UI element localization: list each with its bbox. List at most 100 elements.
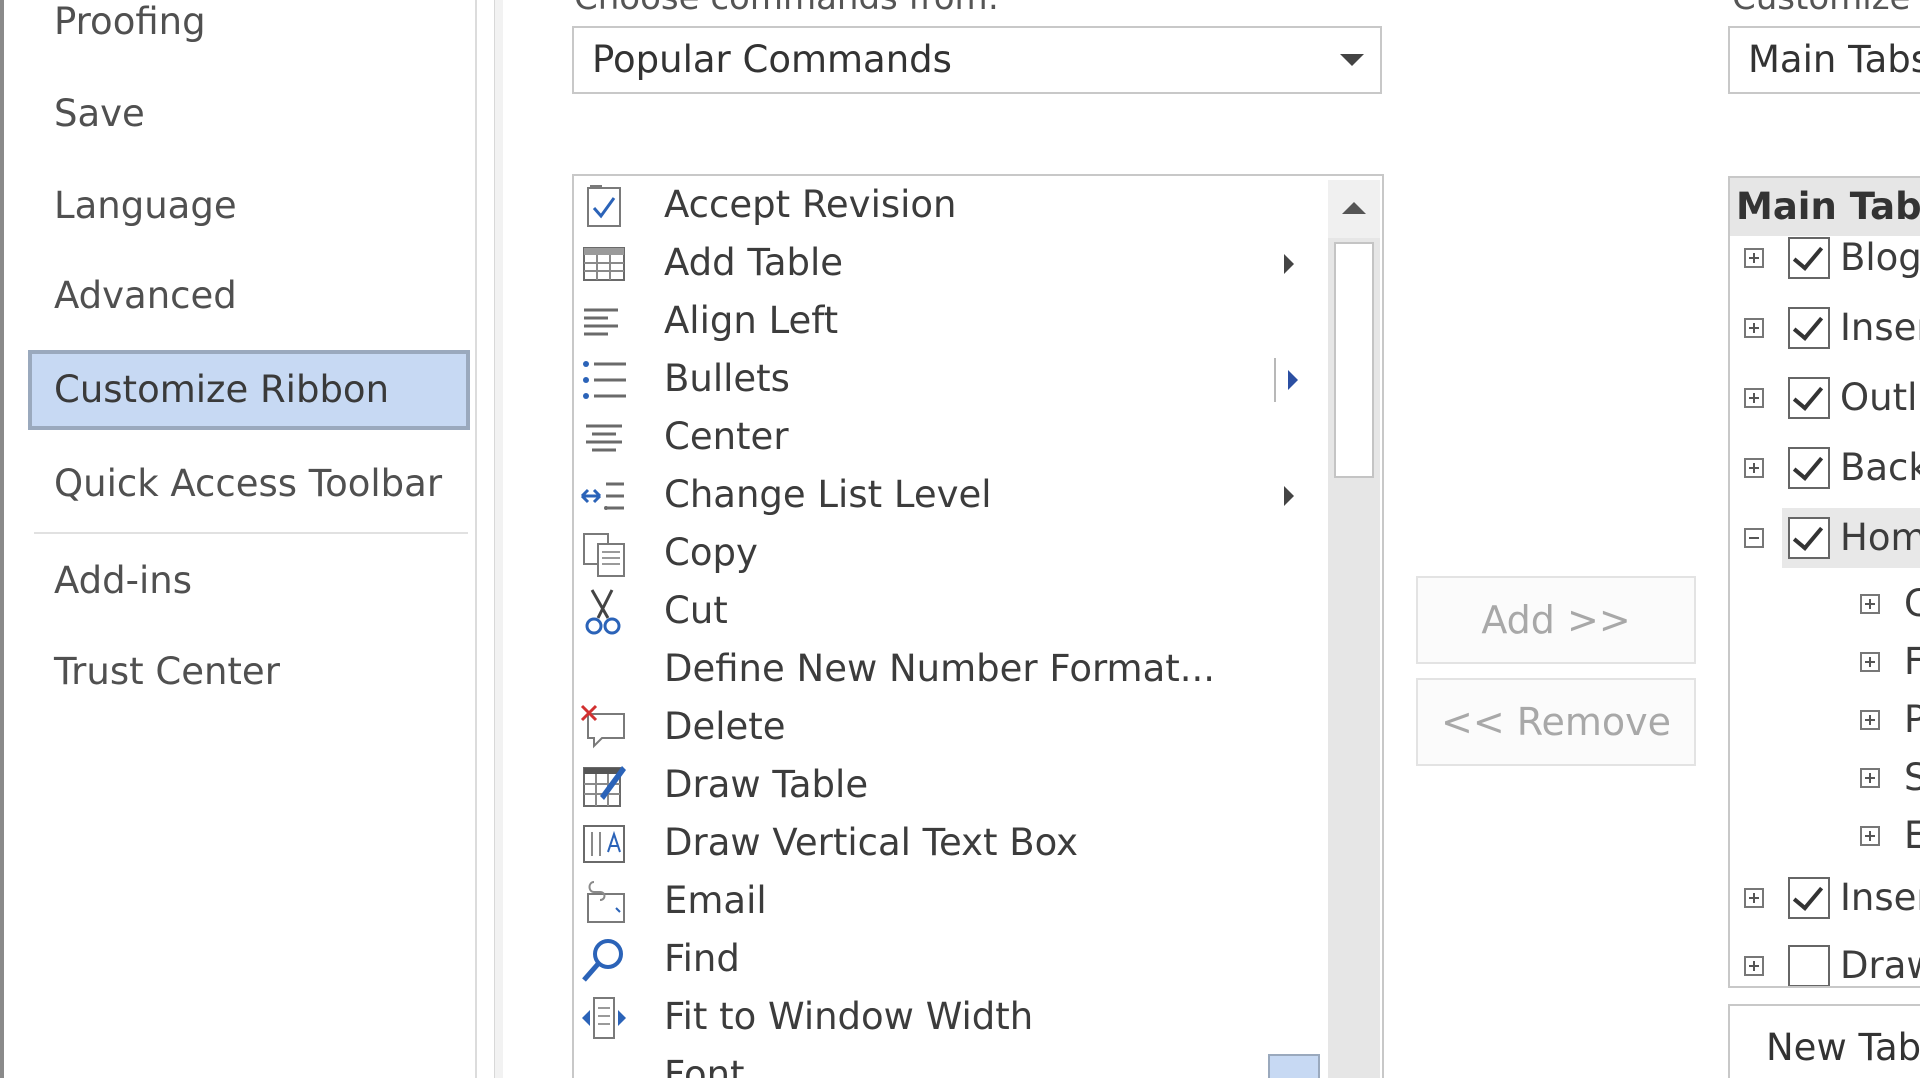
tree-group-row[interactable]: Paragraph [1730,692,1920,752]
list-level-icon [580,472,628,520]
tree-tab-row[interactable]: Home [1730,508,1920,568]
list-item-label: Cut [664,589,728,632]
customize-ribbon-dropdown[interactable]: Main Tabs [1728,26,1920,94]
vertical-text-box-icon [580,820,628,868]
submenu-arrow-icon [1288,370,1298,390]
list-item[interactable]: Change List Level [574,466,1314,524]
expand-plus-icon[interactable] [1860,710,1880,730]
list-item-label: Font [664,1053,745,1078]
scroll-up-button[interactable] [1328,180,1380,238]
submenu-arrow-icon [1284,254,1294,274]
tree-tab-row[interactable]: Background Removal [1730,438,1920,498]
expand-plus-icon[interactable] [1744,458,1764,478]
tree-tab-label: Background Removal [1840,446,1920,489]
tab-checkbox[interactable] [1788,377,1830,419]
scroll-thumb[interactable] [1334,242,1374,478]
new-tab-button[interactable]: New Tab [1728,1004,1920,1078]
tree-group-row[interactable]: Font [1730,634,1920,694]
expand-plus-icon[interactable] [1860,768,1880,788]
table-icon [580,240,628,288]
list-item[interactable]: Copy [574,524,1314,582]
nav-item-quick-access-toolbar[interactable]: Quick Access Toolbar [28,444,470,524]
nav-item-trust-center[interactable]: Trust Center [28,632,470,712]
list-item[interactable]: Bullets [574,350,1314,408]
nav-item-proofing[interactable]: Proofing [28,0,470,62]
commands-list[interactable]: Accept Revision Add Table Align Left Bul… [572,174,1384,1078]
align-left-icon [580,298,628,346]
tree-group-label: Editing [1904,806,1920,866]
tab-checkbox[interactable] [1788,237,1830,279]
tab-checkbox[interactable] [1788,517,1830,559]
list-item[interactable]: Align Left [574,292,1314,350]
tree-group-label: Clipboard [1904,574,1920,634]
customize-ribbon-label: Customize the Ribbon: [1732,0,1920,18]
font-dropdown-indicator [1268,1054,1320,1078]
list-item[interactable]: Center [574,408,1314,466]
list-item[interactable]: Find [574,930,1314,988]
list-item[interactable]: Cut [574,582,1314,640]
list-item[interactable]: Accept Revision [574,176,1314,234]
customize-ribbon-dropdown-value: Main Tabs [1748,38,1920,81]
tree-tab-label: Outlining [1840,376,1920,419]
tab-checkbox[interactable] [1788,945,1830,986]
tab-checkbox[interactable] [1788,877,1830,919]
tree-group-row[interactable]: Clipboard [1730,576,1920,636]
split-button-divider [1274,358,1276,402]
tree-tab-row[interactable]: Insert [1730,868,1920,928]
tree-group-row[interactable]: Styles [1730,750,1920,810]
nav-item-advanced[interactable]: Advanced [28,256,470,336]
tree-tab-row[interactable]: Outlining [1730,368,1920,428]
nav-separator [34,532,468,534]
list-item[interactable]: Email [574,872,1314,930]
list-item[interactable]: Draw Vertical Text Box [574,814,1314,872]
nav-item-save[interactable]: Save [28,74,470,154]
list-item-label: Copy [664,531,758,574]
tree-tab-row[interactable]: Draw [1730,936,1920,986]
align-center-icon [580,414,628,462]
content-border [494,0,503,1078]
choose-commands-dropdown[interactable]: Popular Commands [572,26,1382,94]
list-item[interactable]: Define New Number Format... [574,640,1314,698]
expand-plus-icon[interactable] [1744,388,1764,408]
tree-tab-row[interactable]: Insert (Blog Post) [1730,298,1920,358]
tree-tab-row[interactable]: Blog Post [1730,228,1920,288]
list-item-label: Add Table [664,241,844,284]
window-frame-edge [0,0,4,1078]
expand-plus-icon[interactable] [1744,248,1764,268]
expand-plus-icon[interactable] [1860,594,1880,614]
list-item-label: Align Left [664,299,839,342]
list-item-label: Email [664,879,767,922]
nav-item-customize-ribbon[interactable]: Customize Ribbon [28,350,470,430]
tree-group-label: Styles [1904,748,1920,808]
remove-button[interactable]: << Remove [1416,678,1696,766]
bullets-icon [580,356,628,404]
expand-plus-icon[interactable] [1860,826,1880,846]
list-item[interactable]: Font [574,1046,1314,1078]
tree-group-row[interactable]: Editing [1730,808,1920,868]
list-item-label: Change List Level [664,473,992,516]
chevron-down-icon [1340,54,1364,66]
choose-commands-dropdown-value: Popular Commands [592,38,952,81]
ribbon-tabs-tree[interactable]: Main Tabs Blog Post Insert (Blog Post) O… [1728,176,1920,988]
list-item[interactable]: Draw Table [574,756,1314,814]
list-item[interactable]: Add Table [574,234,1314,292]
list-item[interactable]: Fit to Window Width [574,988,1314,1046]
nav-item-language[interactable]: Language [28,166,470,246]
list-item[interactable]: Delete [574,698,1314,756]
accept-revision-icon [580,182,628,230]
scissors-icon [580,588,628,636]
word-options-dialog: Proofing Save Language Advanced Customiz… [0,0,1920,1078]
list-item-label: Define New Number Format... [664,647,1216,690]
commands-list-scrollbar[interactable] [1328,180,1380,1078]
expand-plus-icon[interactable] [1744,318,1764,338]
list-item-label: Center [664,415,789,458]
copy-icon [580,530,628,578]
expand-plus-icon[interactable] [1744,956,1764,976]
tab-checkbox[interactable] [1788,447,1830,489]
collapse-minus-icon[interactable] [1744,528,1764,548]
nav-item-add-ins[interactable]: Add-ins [28,541,470,621]
expand-plus-icon[interactable] [1744,888,1764,908]
expand-plus-icon[interactable] [1860,652,1880,672]
add-button[interactable]: Add >> [1416,576,1696,664]
tab-checkbox[interactable] [1788,307,1830,349]
